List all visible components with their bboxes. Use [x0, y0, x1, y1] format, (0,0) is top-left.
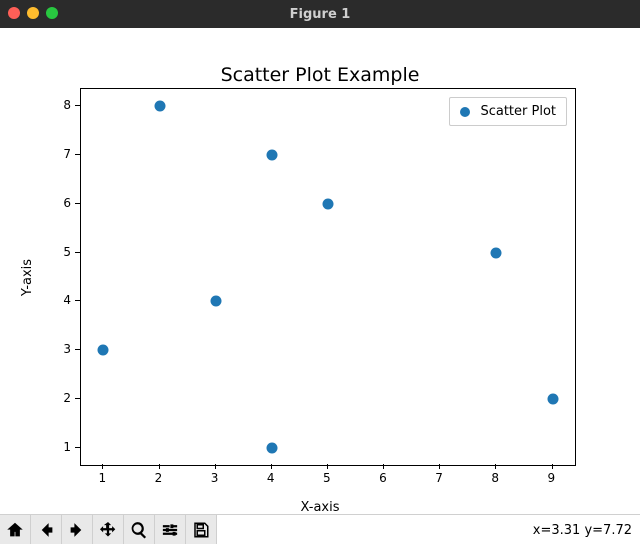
xtick-mark [215, 464, 216, 469]
home-button[interactable] [0, 515, 31, 544]
ytick-label: 4 [63, 293, 71, 307]
window-titlebar: Figure 1 [0, 0, 640, 28]
matplotlib-toolbar: x=3.31 y=7.72 [0, 514, 640, 544]
xtick-label: 7 [435, 471, 443, 485]
sliders-icon [161, 521, 179, 539]
figure-canvas[interactable]: Scatter Plot Example Scatter Plot X-axis… [0, 28, 640, 514]
chart-axes: Scatter Plot [80, 88, 576, 466]
scatter-point [547, 394, 558, 405]
scatter-point [491, 247, 502, 258]
legend-label: Scatter Plot [480, 104, 556, 119]
xtick-mark [552, 464, 553, 469]
magnifier-icon [130, 521, 148, 539]
window-controls [8, 7, 58, 19]
window-close-button[interactable] [8, 7, 20, 19]
ytick-label: 5 [63, 245, 71, 259]
save-button[interactable] [186, 515, 217, 544]
xtick-mark [495, 464, 496, 469]
ytick-mark [75, 105, 80, 106]
arrow-right-icon [68, 521, 86, 539]
ytick-mark [75, 300, 80, 301]
xtick-mark [271, 464, 272, 469]
ytick-label: 3 [63, 342, 71, 356]
xtick-label: 5 [323, 471, 331, 485]
pan-button[interactable] [93, 515, 124, 544]
scatter-point [210, 296, 221, 307]
ytick-label: 7 [63, 147, 71, 161]
ytick-label: 8 [63, 98, 71, 112]
legend-marker-icon [460, 107, 470, 117]
xtick-label: 6 [379, 471, 387, 485]
ytick-label: 6 [63, 196, 71, 210]
zoom-button[interactable] [124, 515, 155, 544]
window-minimize-button[interactable] [27, 7, 39, 19]
arrow-left-icon [37, 521, 55, 539]
xtick-mark [159, 464, 160, 469]
save-icon [192, 521, 210, 539]
forward-button[interactable] [62, 515, 93, 544]
ytick-mark [75, 349, 80, 350]
scatter-point [154, 101, 165, 112]
ytick-label: 2 [63, 391, 71, 405]
xtick-label: 9 [548, 471, 556, 485]
xtick-mark [102, 464, 103, 469]
configure-button[interactable] [155, 515, 186, 544]
chart-title: Scatter Plot Example [0, 64, 640, 86]
xtick-label: 2 [155, 471, 163, 485]
ytick-mark [75, 154, 80, 155]
ytick-mark [75, 447, 80, 448]
scatter-point [266, 442, 277, 453]
xtick-mark [383, 464, 384, 469]
chart-legend: Scatter Plot [449, 97, 567, 126]
xtick-label: 3 [211, 471, 219, 485]
xtick-label: 1 [98, 471, 106, 485]
ytick-mark [75, 252, 80, 253]
ytick-label: 1 [63, 440, 71, 454]
scatter-point [98, 345, 109, 356]
scatter-point [266, 149, 277, 160]
window-zoom-button[interactable] [46, 7, 58, 19]
home-icon [6, 521, 24, 539]
xtick-mark [327, 464, 328, 469]
xtick-mark [439, 464, 440, 469]
ytick-mark [75, 203, 80, 204]
window-title: Figure 1 [0, 7, 640, 22]
ytick-mark [75, 398, 80, 399]
back-button[interactable] [31, 515, 62, 544]
move-icon [99, 521, 117, 539]
chart-ylabel: Y-axis [18, 88, 38, 466]
xtick-label: 8 [491, 471, 499, 485]
scatter-point [323, 198, 334, 209]
cursor-coordinates: x=3.31 y=7.72 [533, 523, 632, 538]
chart-xlabel: X-axis [0, 500, 640, 515]
xtick-label: 4 [267, 471, 275, 485]
